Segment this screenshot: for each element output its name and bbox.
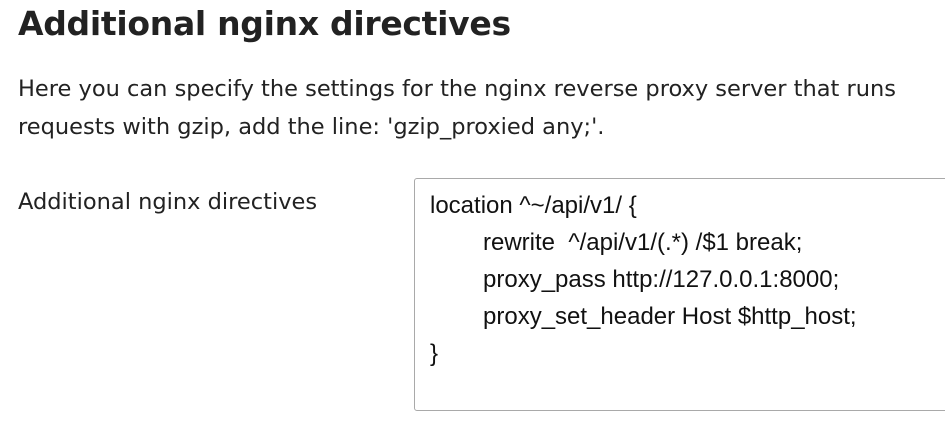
directive-line: proxy_set_header Host $http_host; — [483, 303, 857, 330]
directive-line: proxy_pass http://127.0.0.1:8000; — [483, 266, 840, 293]
description-line: Here you can specify the settings for th… — [18, 76, 897, 102]
directive-line: rewrite ^/api/v1/(.*) /$1 break; — [483, 229, 803, 256]
page-title: Additional nginx directives — [18, 4, 511, 43]
nginx-directives-textarea[interactable]: location ^~/api/v1/ { rewrite ^/api/v1/(… — [414, 178, 945, 411]
directives-field-label: Additional nginx directives — [18, 189, 318, 215]
description-line: requests with gzip, add the line: 'gzip_… — [18, 114, 605, 140]
directive-line: location ^~/api/v1/ { — [430, 192, 637, 219]
section-description: Here you can specify the settings for th… — [18, 70, 945, 146]
directive-line: } — [430, 340, 439, 367]
